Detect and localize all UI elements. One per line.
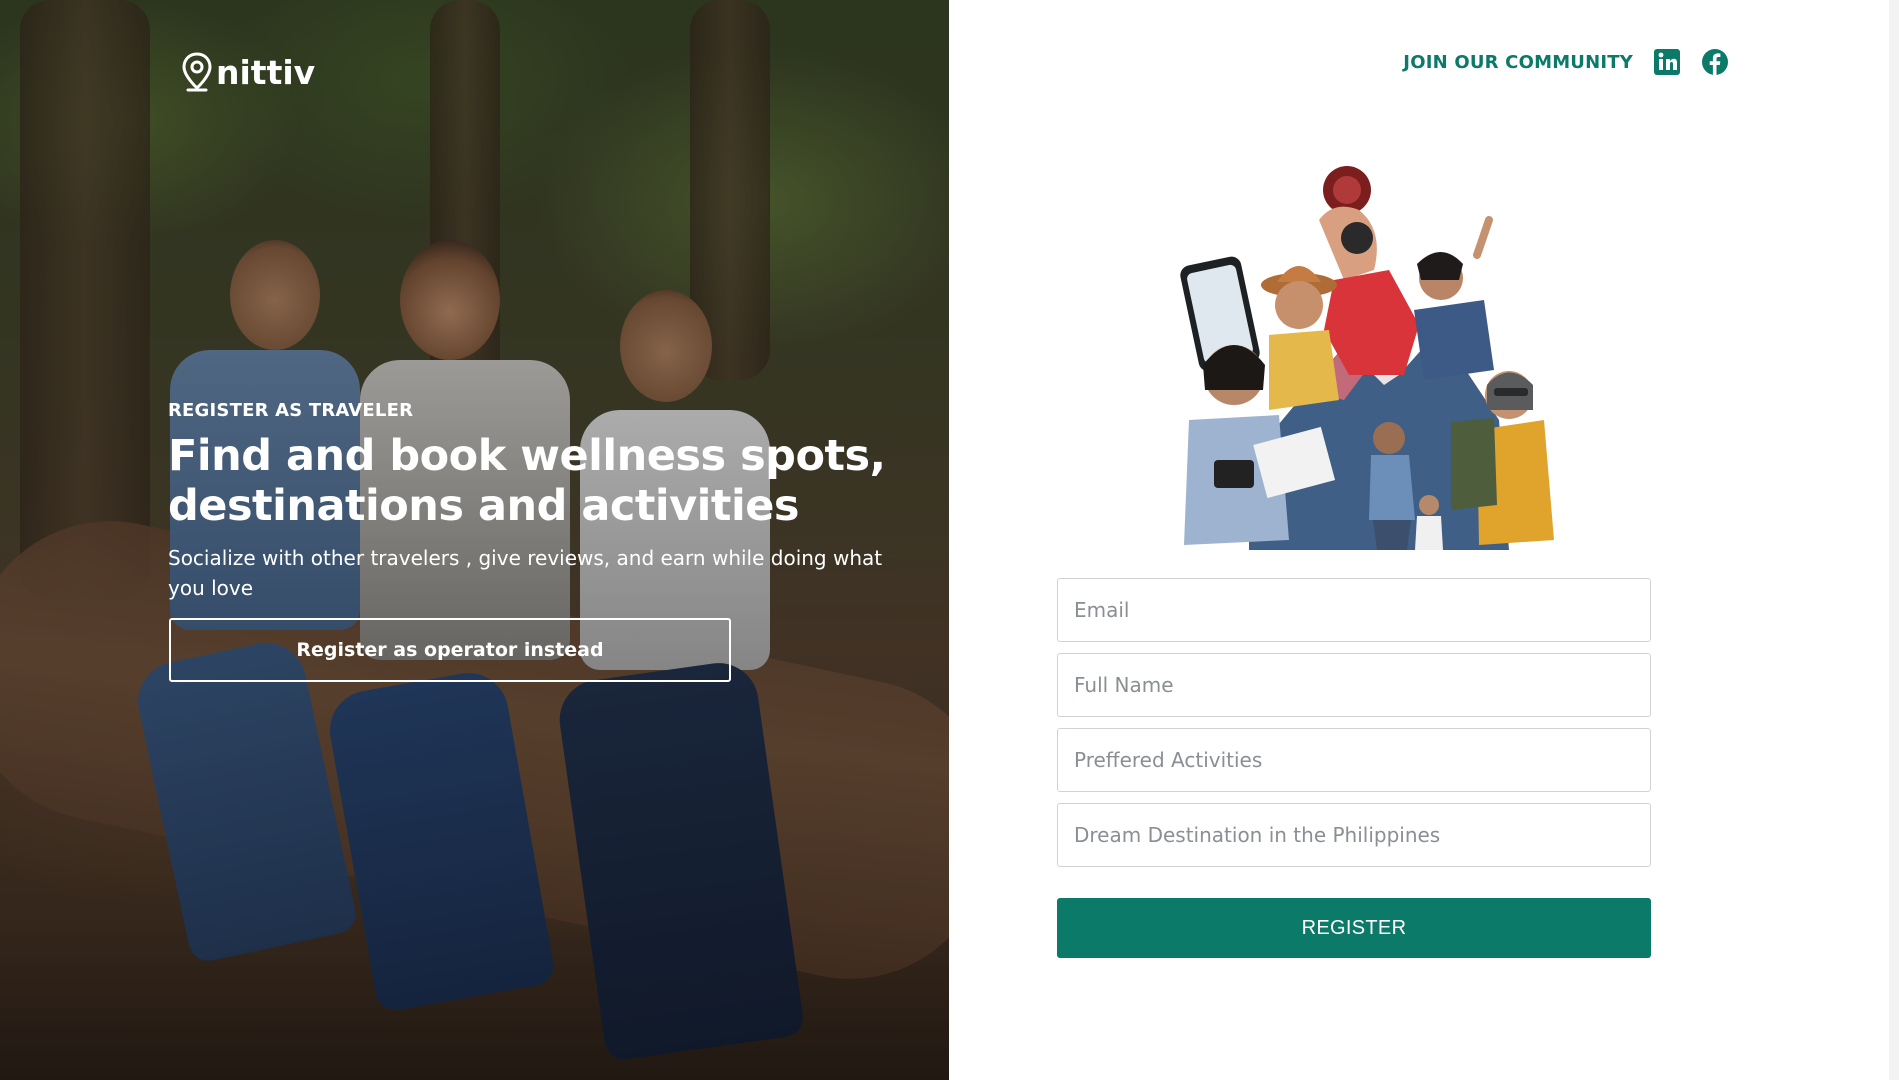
facebook-icon[interactable] (1701, 48, 1729, 76)
linkedin-icon[interactable] (1653, 48, 1681, 76)
registration-panel: JOIN OUR COMMUNITY Email Full Name Preff… (949, 0, 1899, 1080)
register-as-operator-button[interactable]: Register as operator instead (169, 618, 731, 682)
dream-destination-field[interactable] (1057, 803, 1651, 867)
hero-copy: REGISTER AS TRAVELER Find and book welln… (168, 400, 928, 603)
hero-subline: Socialize with other travelers , give re… (168, 546, 883, 600)
page-scrollbar[interactable] (1889, 0, 1899, 1080)
community-links: JOIN OUR COMMUNITY (1403, 48, 1729, 76)
hero-panel: nittiv REGISTER AS TRAVELER Find and boo… (0, 0, 949, 1080)
hero-eyebrow: REGISTER AS TRAVELER (168, 400, 414, 421)
preferred-activities-field[interactable] (1057, 728, 1651, 792)
nittiv-logo[interactable]: nittiv (182, 52, 315, 92)
hero-headline: Find and book wellness spots, destinatio… (168, 431, 886, 531)
join-community-link[interactable]: JOIN OUR COMMUNITY (1403, 52, 1633, 73)
travelers-collage-illustration (1180, 166, 1554, 550)
email-field[interactable] (1057, 578, 1651, 642)
traveler-registration-form: REGISTER (1057, 578, 1651, 958)
logo-wordmark: nittiv (216, 52, 316, 92)
location-pin-logo-icon (182, 52, 212, 92)
register-button[interactable]: REGISTER (1057, 898, 1651, 958)
full-name-field[interactable] (1057, 653, 1651, 717)
